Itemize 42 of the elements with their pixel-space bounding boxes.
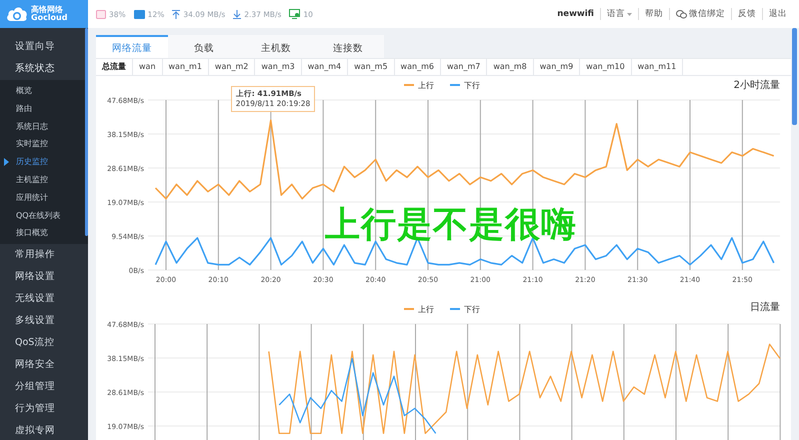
top-link[interactable]: 语言 xyxy=(607,8,625,20)
top-link[interactable]: 微信绑定 xyxy=(689,8,725,20)
sidebar-subitem[interactable]: 概览 xyxy=(0,82,88,100)
sidebar-item[interactable]: 系统状态 xyxy=(0,58,88,80)
legend-item[interactable]: 上行 xyxy=(404,81,434,90)
sidebar-item[interactable]: 常用操作 xyxy=(0,244,88,266)
sidebar-item[interactable]: 网络设置 xyxy=(0,266,88,288)
legend-label: 下行 xyxy=(464,305,480,314)
legend-item[interactable]: 下行 xyxy=(450,81,480,90)
logo-subtitle: Gocloud xyxy=(31,14,68,22)
sidebar-item[interactable]: QoS流控 xyxy=(0,332,88,354)
tab[interactable]: 负载 xyxy=(168,35,240,58)
sidebar-subitem[interactable]: 系统日志 xyxy=(0,118,88,136)
sidebar-item[interactable]: 多线设置 xyxy=(0,310,88,332)
sidebar-subitem[interactable]: 路由 xyxy=(0,100,88,118)
sidebar-item[interactable]: 无线设置 xyxy=(0,288,88,310)
sidebar-item[interactable]: 虚拟专网 xyxy=(0,420,88,440)
legend-item[interactable]: 下行 xyxy=(450,305,480,314)
overlay-caption: 上行是不是很嗨 xyxy=(325,204,577,247)
chart-title: 日流量 xyxy=(750,302,780,313)
legend-item[interactable]: 上行 xyxy=(404,305,434,314)
tab[interactable]: 主机数 xyxy=(240,35,312,58)
top-link[interactable]: 反馈 xyxy=(738,8,756,20)
sidebar-item[interactable]: 分组管理 xyxy=(0,376,88,398)
sidebar-subitem[interactable]: 应用统计 xyxy=(0,188,88,207)
tab[interactable]: 连接数 xyxy=(312,35,384,58)
legend-label: 上行 xyxy=(418,81,434,90)
sidebar-item[interactable]: 行为管理 xyxy=(0,398,88,420)
sidebar-subitem[interactable]: 主机监控 xyxy=(0,170,88,189)
user-name: newwifi xyxy=(557,9,594,19)
sidebar-item[interactable]: 设置向导 xyxy=(0,36,88,58)
sidebar-item[interactable]: 网络安全 xyxy=(0,354,88,376)
sidebar-subitem[interactable]: 历史监控 xyxy=(0,153,88,171)
sidebar-subitem[interactable]: 实时监控 xyxy=(0,135,88,154)
top-link[interactable]: 退出 xyxy=(769,8,787,20)
chart-title: 2小时流量 xyxy=(734,80,780,91)
sidebar-subitem[interactable]: QQ在线列表 xyxy=(0,206,88,224)
legend-label: 上行 xyxy=(418,305,434,314)
legend-label: 下行 xyxy=(464,81,480,90)
logo-name: 高恪网络 xyxy=(31,6,63,14)
sidebar-subitem[interactable]: 接口概览 xyxy=(0,224,88,242)
top-link[interactable]: 帮助 xyxy=(645,8,663,20)
